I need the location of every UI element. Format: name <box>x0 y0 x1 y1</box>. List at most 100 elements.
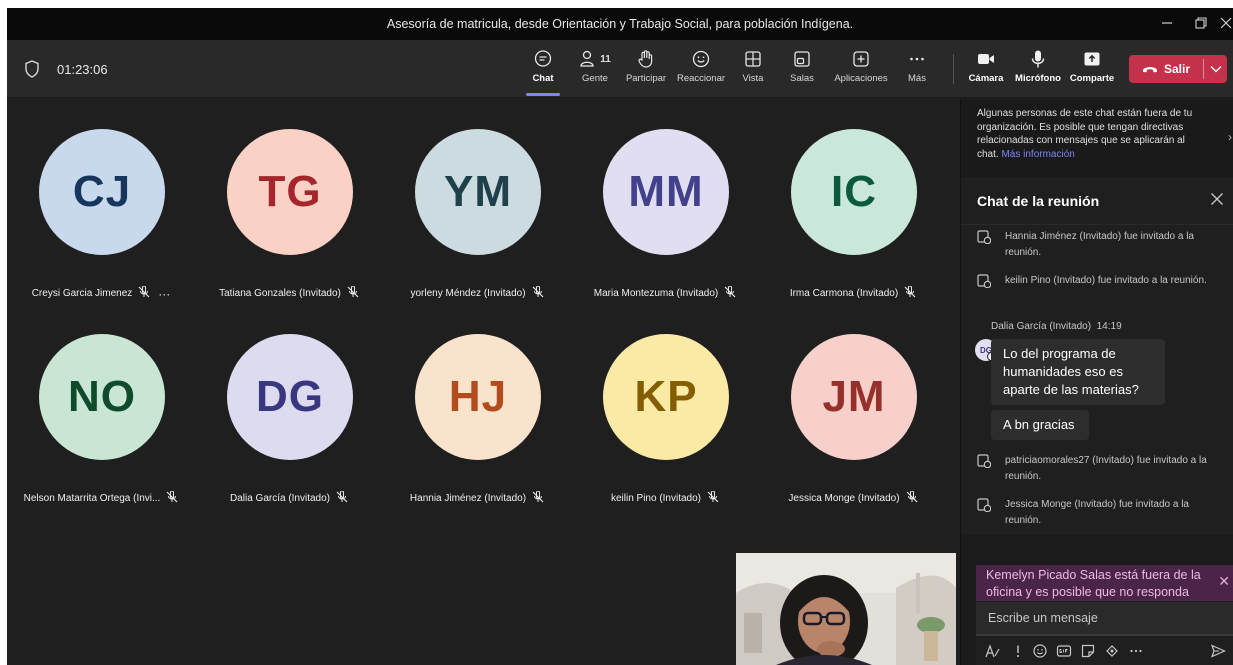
chat-icon <box>525 48 561 70</box>
apps-button-label: Aplicaciones <box>834 73 888 84</box>
participant-tile[interactable]: NO Nelson Matarrita Ortega (Invi... <box>7 298 195 506</box>
sticker-icon[interactable] <box>1080 643 1096 659</box>
participant-tile[interactable]: IC Irma Carmona (Invitado) <box>759 93 947 299</box>
participant-tile[interactable]: KP keilin Pino (Invitado) <box>571 298 759 504</box>
breakout-rooms-icon <box>787 48 817 70</box>
close-icon[interactable]: ✕ <box>1218 573 1230 590</box>
hang-up-icon <box>1142 67 1157 73</box>
meeting-toolbar: 01:23:06 Chat 11 Gente Participar Reacci… <box>7 40 1233 98</box>
mic-muted-icon <box>166 490 178 506</box>
video-stage: CJ Creysi Garcia Jimenez ··· TG Tatiana Gonz… <box>7 99 960 665</box>
loop-icon[interactable] <box>1104 643 1120 659</box>
chat-header: Chat de la reunión <box>961 177 1233 225</box>
participant-tile[interactable]: CJ Creysi Garcia Jimenez ··· <box>7 93 195 301</box>
more-button-label: Más <box>908 73 926 84</box>
avatar: HJ <box>415 334 541 460</box>
people-count: 11 <box>600 53 611 65</box>
window-title: Asesoría de matricula, desde Orientación… <box>386 17 854 31</box>
restore-button[interactable] <box>1187 12 1215 36</box>
participant-name-row: Dalia García (Invitado) <box>187 490 391 506</box>
raise-hand-icon <box>621 48 671 70</box>
camera-button[interactable]: Cámara <box>967 48 1005 94</box>
view-button-label: Vista <box>742 73 764 84</box>
avatar: CJ <box>39 129 165 255</box>
mic-muted-icon <box>336 490 348 506</box>
chat-messages: Hannia Jiménez (Invitado) fue invitado a… <box>961 225 1233 535</box>
chat-panel: Algunas personas de este chat están fuer… <box>960 99 1233 665</box>
camera-button-label: Cámara <box>968 73 1004 84</box>
participant-name-row: Jessica Monge (Invitado) <box>751 490 955 506</box>
leave-button-divider <box>1203 59 1204 79</box>
people-button[interactable]: 11 Gente <box>575 48 615 94</box>
view-button[interactable]: Vista <box>737 48 769 94</box>
more-button[interactable]: Más <box>904 48 930 94</box>
participant-tile[interactable]: JM Jessica Monge (Invitado) <box>759 298 947 504</box>
format-icon[interactable] <box>984 643 1000 659</box>
out-of-office-text: Kemelyn Picado Salas está fuera de la of… <box>986 568 1201 599</box>
breakout-rooms-button[interactable]: Salas <box>787 48 817 94</box>
participant-tile[interactable]: TG Tatiana Gonzales (Invitado) <box>195 93 383 299</box>
toolbar-divider <box>953 54 954 84</box>
gif-icon[interactable] <box>1056 643 1072 659</box>
chat-title: Chat de la reunión <box>977 193 1100 209</box>
leave-button[interactable]: Salir <box>1129 55 1227 83</box>
avatar: DG <box>227 334 353 460</box>
microphone-button-label: Micrófono <box>1015 73 1061 84</box>
important-icon[interactable] <box>1010 643 1026 659</box>
participant-tile[interactable]: HJ Hannia Jiménez (Invitado) <box>383 298 571 504</box>
participant-name: keilin Pino (Invitado) <box>610 493 702 504</box>
chat-message[interactable]: A bn gracias <box>991 410 1089 440</box>
chat-button[interactable]: Chat <box>525 48 561 94</box>
apps-button[interactable]: Aplicaciones <box>831 48 891 94</box>
mic-muted-icon <box>532 490 544 506</box>
react-button-label: Reaccionar <box>676 73 726 84</box>
participant-name-row: Hannia Jiménez (Invitado) <box>375 490 579 506</box>
system-message-text: patriciaomorales27 (Invitado) fue invita… <box>1005 455 1207 482</box>
people-icon: 11 <box>575 48 615 70</box>
invite-icon <box>977 498 991 512</box>
chevron-right-icon[interactable]: › <box>1228 130 1232 145</box>
microphone-icon <box>1011 48 1065 70</box>
shield-icon <box>25 60 39 78</box>
message-input[interactable]: Escribe un mensaje <box>976 602 1233 636</box>
avatar: TG <box>227 129 353 255</box>
meeting-timer: 01:23:06 <box>57 62 108 77</box>
message-time: 14:19 <box>1096 321 1122 332</box>
teams-meeting-window: Asesoría de matricula, desde Orientación… <box>7 8 1233 665</box>
avatar: IC <box>791 129 917 255</box>
avatar: JM <box>791 334 917 460</box>
more-options-icon[interactable] <box>1128 643 1144 659</box>
message-sender-line: Dalia García (Invitado) 14:19 <box>991 321 1122 332</box>
breakout-rooms-label: Salas <box>790 73 814 84</box>
camera-icon <box>967 48 1005 70</box>
out-of-office-banner: Kemelyn Picado Salas está fuera de la of… <box>976 565 1233 601</box>
message-input-placeholder: Escribe un mensaje <box>988 611 1098 625</box>
avatar: NO <box>39 334 165 460</box>
send-icon[interactable] <box>1210 643 1226 659</box>
participant-tile[interactable]: DG Dalia García (Invitado) <box>195 298 383 504</box>
share-button[interactable]: Comparte <box>1069 48 1115 94</box>
participant-tile[interactable]: MM Maria Montezuma (Invitado) <box>571 93 759 299</box>
raise-hand-label: Participar <box>625 73 667 84</box>
participant-name: Hannia Jiménez (Invitado) <box>409 493 527 504</box>
grid-view-icon <box>737 48 769 70</box>
react-button[interactable]: Reaccionar <box>673 48 729 94</box>
participant-tile[interactable]: YM yorleny Méndez (Invitado) <box>383 93 571 299</box>
compose-toolbar <box>976 637 1233 665</box>
microphone-button[interactable]: Micrófono <box>1011 48 1065 94</box>
more-icon <box>904 48 930 70</box>
chat-button-label: Chat <box>532 73 554 84</box>
emoji-icon[interactable] <box>1032 643 1048 659</box>
close-window-button[interactable] <box>1219 12 1233 36</box>
leave-options-button[interactable] <box>1207 59 1225 79</box>
raise-hand-button[interactable]: Participar <box>621 48 671 94</box>
more-info-link[interactable]: Más información <box>1001 149 1074 160</box>
close-icon[interactable] <box>1210 192 1224 206</box>
invite-icon <box>977 230 991 244</box>
self-video-preview[interactable] <box>736 553 956 665</box>
chat-message[interactable]: Lo del programa de humanidades eso es ap… <box>991 339 1165 405</box>
minimize-button[interactable] <box>1153 12 1181 36</box>
avatar: KP <box>603 334 729 460</box>
participant-name: Dalia García (Invitado) <box>229 493 331 504</box>
system-message-text: Hannia Jiménez (Invitado) fue invitado a… <box>1005 231 1194 258</box>
